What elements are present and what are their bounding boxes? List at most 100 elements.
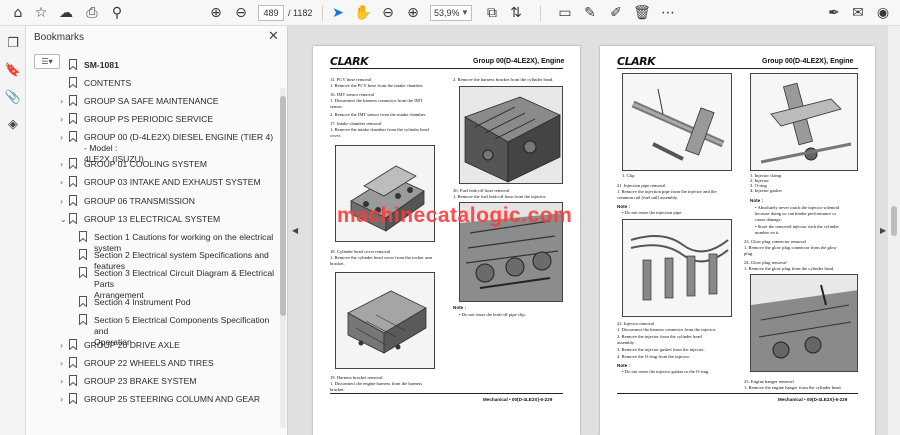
comment-icon[interactable]: ▭ (555, 3, 575, 23)
clark-logo: CLARK (617, 55, 656, 68)
top-toolbar: ⌂ ☆ ☁ ⎙ ⚲ ⊕ ⊖ 489 / 1182 ➤ ✋ ⊖ ⊕ 53,9% ▼… (0, 0, 900, 26)
bookmark-icon (69, 195, 78, 207)
header-rule (330, 68, 563, 69)
expand-chevron-icon[interactable]: › (60, 132, 63, 143)
bookmark-icon (79, 314, 88, 326)
expand-chevron-icon[interactable]: › (60, 394, 63, 405)
bookmark-item[interactable]: › GROUP 22 WHEELS AND TIRES (60, 357, 276, 369)
next-page-arrow-icon[interactable]: ▶ (880, 226, 886, 235)
bookmark-icon (69, 176, 78, 188)
bookmark-label: GROUP SA SAFE MAINTENANCE (84, 96, 219, 106)
home-icon[interactable]: ⌂ (8, 3, 28, 23)
bookmark-item[interactable]: › GROUP 25 STEERING COLUMN AND GEAR (60, 393, 276, 405)
bookmark-options-button[interactable]: ☰▾ (34, 54, 60, 69)
expand-chevron-icon[interactable]: › (60, 376, 63, 387)
note-label: Note : (617, 204, 631, 209)
account-icon[interactable]: ◉ (873, 3, 893, 23)
bookmark-icon (69, 131, 78, 143)
bookmark-icon (79, 231, 88, 243)
page-down-icon[interactable]: ⊖ (231, 3, 251, 23)
bookmark-label: GROUP 22 WHEELS AND TIRES (84, 358, 214, 368)
note-label: Note : (453, 305, 467, 310)
pdf-page-right: CLARK Group 00(D-4LE2X), Engine 1. Clip … (600, 46, 875, 435)
bookmark-scrollbar-thumb[interactable] (280, 96, 286, 316)
bookmark-icon (69, 113, 78, 125)
bookmark-star-icon[interactable]: ☆ (31, 3, 51, 23)
hand-tool-icon[interactable]: ✋ (353, 3, 373, 23)
footer-rule (330, 393, 563, 394)
expand-chevron-icon[interactable]: › (60, 159, 63, 170)
bookmark-item[interactable]: › GROUP 20 DRIVE AXLE (60, 339, 276, 351)
page-header-title: Group 00(D-4LE2X), Engine (473, 58, 565, 65)
more-options-icon[interactable]: ⋯ (658, 3, 678, 23)
expand-chevron-icon[interactable]: › (60, 96, 63, 107)
expand-chevron-icon[interactable]: › (60, 114, 63, 125)
mail-icon[interactable]: ✉ (848, 3, 868, 23)
bookmark-item[interactable]: › GROUP PS PERIODIC SERVICE (60, 113, 276, 125)
expand-chevron-icon[interactable]: › (60, 196, 63, 207)
pages-thumbnail-icon[interactable]: ❐ (3, 34, 23, 54)
harness-bracket-figure (459, 86, 563, 184)
footer-rule (617, 393, 858, 394)
clip-figure (622, 73, 732, 171)
bookmark-label: Section 5 Electrical Components Specific… (94, 315, 270, 336)
bookmark-item[interactable]: › GROUP 06 TRANSMISSION (60, 195, 276, 207)
bookmark-label: GROUP 00 (D-4LE2X) DIESEL ENGINE (TIER 4… (84, 132, 274, 153)
attachments-icon[interactable]: 📎 (3, 88, 23, 108)
collapse-chevron-icon[interactable]: ⌄ (60, 214, 67, 225)
bookmark-label: CONTENTS (84, 78, 132, 88)
pen-icon[interactable]: ✎ (580, 3, 600, 23)
bookmark-item[interactable]: CONTENTS (69, 77, 276, 89)
expand-chevron-icon[interactable]: › (60, 358, 63, 369)
document-scrollbar-thumb[interactable] (891, 206, 897, 236)
page-footer: Mechanical • 00(D-4LE2X)-6-229 (483, 397, 553, 402)
bookmark-label: SM-1081 (84, 60, 119, 70)
bookmark-item[interactable]: › GROUP 23 BRAKE SYSTEM (60, 375, 276, 387)
clark-logo: CLARK (330, 55, 369, 68)
header-rule (617, 68, 858, 69)
bookmark-item[interactable]: ⌄ GROUP 13 ELECTRICAL SYSTEM (60, 213, 276, 225)
bookmark-icon (69, 357, 78, 369)
bookmark-item[interactable]: › GROUP SA SAFE MAINTENANCE (60, 95, 276, 107)
bookmarks-panel-title: Bookmarks (34, 32, 85, 43)
injection-pipe-figure (622, 219, 732, 317)
search-icon[interactable]: ⚲ (107, 3, 127, 23)
note-text: • Do not reuse the injection pipe. (622, 210, 683, 215)
prev-page-arrow-icon[interactable]: ◀ (292, 226, 298, 235)
bookmark-icon (69, 77, 78, 89)
print-icon[interactable]: ⎙ (82, 3, 102, 23)
sign-icon[interactable]: ✒ (824, 3, 844, 23)
page-up-icon[interactable]: ⊕ (206, 3, 226, 23)
expand-chevron-icon[interactable]: › (60, 177, 63, 188)
pdf-page-left: CLARK Group 00(D-4LE2X), Engine 11. PCV … (313, 46, 580, 435)
bookmark-item[interactable]: › GROUP 03 INTAKE AND EXHAUST SYSTEM (60, 176, 276, 188)
toolbar-divider (540, 5, 541, 21)
bookmark-icon (69, 213, 78, 225)
zoom-out-icon[interactable]: ⊖ (378, 3, 398, 23)
bookmark-subitem[interactable]: Section 4 Instrument Pod (79, 296, 276, 308)
page-number-input[interactable]: 489 (258, 5, 284, 21)
bookmark-icon (69, 393, 78, 405)
bookmarks-icon[interactable]: 🔖 (3, 61, 23, 81)
eraser-icon[interactable]: ✐ (606, 3, 626, 23)
bookmark-label: GROUP 20 DRIVE AXLE (84, 340, 180, 350)
expand-chevron-icon[interactable]: › (60, 340, 63, 351)
cloud-upload-icon[interactable]: ☁ (56, 3, 76, 23)
scroll-mode-icon[interactable]: ⇅ (506, 3, 526, 23)
cylinder-head-cover-figure (335, 272, 435, 369)
document-scrollbar[interactable] (888, 26, 900, 435)
bookmark-item[interactable]: SM-1081 (69, 59, 276, 71)
close-icon[interactable]: ✕ (268, 29, 279, 44)
trash-icon[interactable]: 🗑 (632, 3, 652, 23)
figure-caption: 1. Clip (622, 173, 635, 178)
bookmark-item[interactable]: › GROUP 01 COOLING SYSTEM (60, 158, 276, 170)
layers-icon[interactable]: ◈ (3, 115, 23, 135)
page-total-label: / 1182 (288, 8, 313, 18)
fit-page-icon[interactable]: ⧉ (482, 3, 502, 23)
zoom-in-icon[interactable]: ⊕ (403, 3, 423, 23)
zoom-dropdown-icon[interactable]: ▼ (461, 5, 469, 21)
bookmark-icon (79, 249, 88, 261)
bookmark-scrollbar[interactable] (280, 88, 286, 428)
bookmark-label: Section 4 Instrument Pod (94, 297, 191, 307)
select-cursor-icon[interactable]: ➤ (328, 3, 348, 23)
